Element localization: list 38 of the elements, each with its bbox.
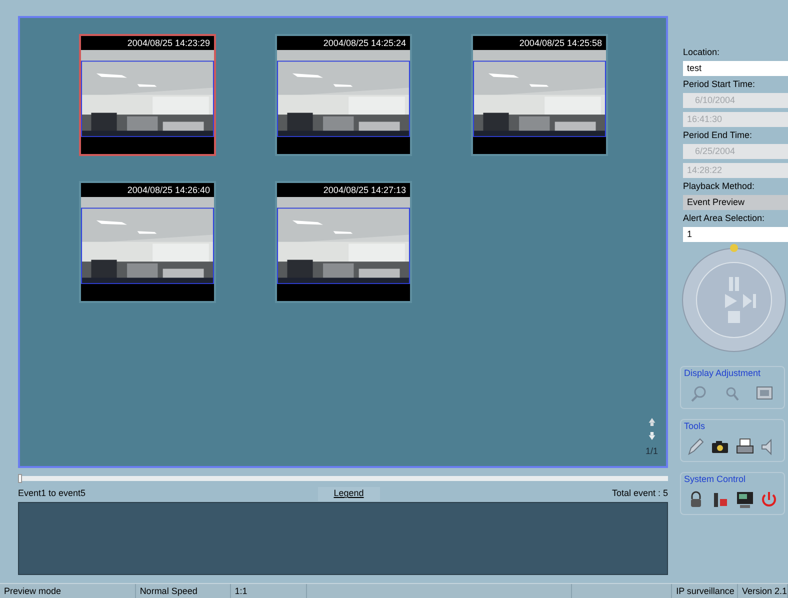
monitor-icon[interactable] xyxy=(734,490,755,510)
status-text: Normal Speed xyxy=(140,586,198,596)
event-thumbnail[interactable]: 2004/08/25 14:23:29 xyxy=(79,34,216,156)
timestamp: 2004/08/25 14:27:13 xyxy=(323,186,406,194)
play-icon[interactable] xyxy=(725,294,737,308)
timeline-thumb[interactable] xyxy=(18,474,22,483)
timestamp: 2004/08/25 14:26:40 xyxy=(127,186,210,194)
skip-forward-icon[interactable] xyxy=(743,294,757,308)
event-thumbnail[interactable]: 2004/08/25 14:26:40 xyxy=(79,181,216,303)
total-events-label: Total event : 5 xyxy=(612,487,668,500)
event-thumbnail[interactable]: 2004/08/25 14:25:58 xyxy=(471,34,608,156)
page-indicator: 1/1 xyxy=(645,444,658,458)
timestamp: 2004/08/25 14:25:24 xyxy=(323,38,406,48)
status-text: IP surveillance xyxy=(676,586,734,596)
field-label: Playback Method: xyxy=(683,182,756,191)
field-label: Alert Area Selection: xyxy=(683,214,766,223)
group-title: Display Adjustment xyxy=(684,369,762,378)
timestamp: 2004/08/25 14:25:58 xyxy=(519,38,602,48)
timestamp: 2004/08/25 14:23:29 xyxy=(127,38,210,48)
input-field[interactable]: 1 xyxy=(683,227,788,242)
event-range-label: Event1 to event5 xyxy=(18,487,86,500)
down-arrow-icon[interactable] xyxy=(648,430,656,440)
field-label: Period Start Time: xyxy=(683,80,756,89)
status-text: Version 2.1 xyxy=(742,586,787,596)
status-text: Preview mode xyxy=(4,586,62,596)
legend-button[interactable]: Legend xyxy=(318,487,380,501)
field-label: Period End Time: xyxy=(683,131,754,140)
pause-icon[interactable] xyxy=(728,277,740,291)
input-field[interactable]: test xyxy=(683,61,788,76)
group-title: System Control xyxy=(684,475,747,484)
group-title: Tools xyxy=(684,422,706,431)
event-thumbnail[interactable]: 2004/08/25 14:27:13 xyxy=(275,181,412,303)
timeline-track[interactable] xyxy=(18,476,668,481)
field-label: Location: xyxy=(683,48,721,57)
up-arrow-icon[interactable] xyxy=(648,416,656,426)
dropdown[interactable]: Event Preview xyxy=(683,195,788,210)
event-thumbnail[interactable]: 2004/08/25 14:25:24 xyxy=(275,34,412,156)
status-text: 1:1 xyxy=(234,586,248,596)
